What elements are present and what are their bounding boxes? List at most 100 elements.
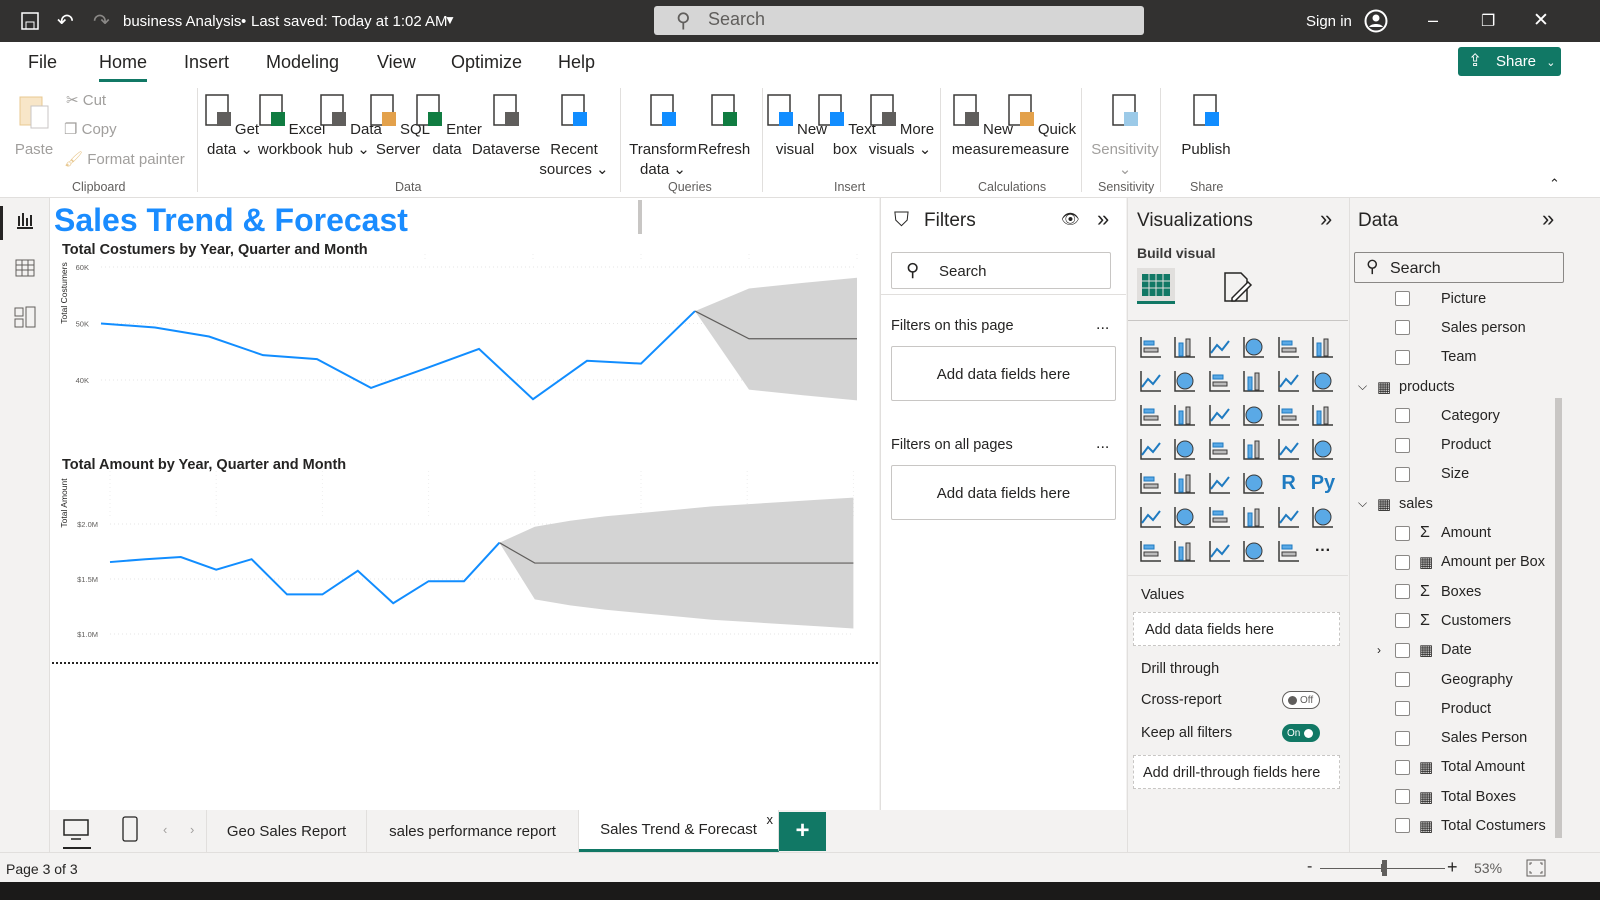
tab-view[interactable]: View bbox=[377, 52, 416, 73]
search-input[interactable]: ⚲ Search bbox=[654, 6, 1144, 35]
stacked-area-chart-icon[interactable] bbox=[1203, 364, 1237, 398]
decomposition-tree-icon[interactable] bbox=[1168, 500, 1202, 534]
more-visuals-button[interactable]: More visuals ⌄ bbox=[860, 92, 940, 160]
drill-through-drop-zone[interactable]: Add drill-through fields here bbox=[1133, 755, 1340, 789]
data-point[interactable] bbox=[320, 592, 324, 596]
line-clustered-column-chart-icon[interactable] bbox=[1237, 364, 1271, 398]
field-item[interactable]: ▦ Amount per Box bbox=[1350, 548, 1555, 577]
filters-search-input[interactable]: ⚲ Search bbox=[891, 252, 1111, 289]
model-view-icon[interactable] bbox=[14, 306, 36, 328]
refresh-button[interactable]: Refresh bbox=[684, 92, 764, 160]
field-item[interactable]: Picture bbox=[1350, 284, 1555, 313]
page-tab-sales-performance-report[interactable]: sales performance report bbox=[367, 810, 579, 852]
data-point[interactable] bbox=[285, 592, 289, 596]
account-icon[interactable] bbox=[1364, 9, 1388, 33]
area-chart-icon[interactable] bbox=[1168, 364, 1202, 398]
field-checkbox[interactable] bbox=[1395, 554, 1410, 570]
zoom-in-button[interactable]: + bbox=[1447, 857, 1458, 878]
all-pages-filters-drop-zone[interactable]: Add data fields here bbox=[891, 465, 1116, 520]
waterfall-chart-icon[interactable] bbox=[1134, 398, 1168, 432]
data-point[interactable] bbox=[462, 579, 466, 583]
data-point[interactable] bbox=[214, 568, 218, 572]
field-item[interactable]: Σ Boxes bbox=[1350, 577, 1555, 606]
scatter-chart-icon[interactable] bbox=[1203, 398, 1237, 432]
mobile-layout-icon[interactable] bbox=[122, 816, 138, 842]
python-visual-icon[interactable]: Py bbox=[1306, 466, 1340, 500]
quick-measure-button[interactable]: Quick measure bbox=[1000, 92, 1080, 160]
tab-help[interactable]: Help bbox=[558, 52, 595, 73]
more-options-icon[interactable]: ... bbox=[1096, 316, 1109, 334]
paste-button[interactable]: Paste bbox=[14, 92, 54, 160]
cut-button[interactable]: ✂ Cut bbox=[66, 91, 106, 111]
format-visual-icon[interactable] bbox=[1220, 270, 1254, 304]
collapse-filters-icon[interactable]: » bbox=[1097, 206, 1109, 232]
zoom-out-button[interactable]: - bbox=[1307, 858, 1312, 876]
arcgis-map-icon[interactable] bbox=[1203, 534, 1237, 568]
customers-forecast-chart[interactable]: 40K50K60KJan 2021Mar 2021May 2021Jul 202… bbox=[50, 253, 879, 443]
power-automate-icon[interactable] bbox=[1168, 534, 1202, 568]
collapse-visualizations-icon[interactable]: » bbox=[1320, 206, 1332, 232]
data-point[interactable] bbox=[99, 322, 103, 326]
power-apps-diamond-icon[interactable] bbox=[1237, 534, 1271, 568]
data-point[interactable] bbox=[356, 569, 360, 573]
stacked-column-chart-icon[interactable] bbox=[1168, 330, 1202, 364]
power-apps-icon[interactable] bbox=[1134, 534, 1168, 568]
line-stacked-column-chart-icon[interactable] bbox=[1272, 364, 1306, 398]
data-point[interactable] bbox=[639, 362, 643, 366]
field-checkbox[interactable] bbox=[1395, 818, 1410, 834]
values-drop-zone[interactable]: Add data fields here bbox=[1133, 612, 1340, 646]
table-icon[interactable] bbox=[1203, 466, 1237, 500]
card-icon[interactable] bbox=[1272, 432, 1306, 466]
field-item[interactable]: Geography bbox=[1350, 665, 1555, 694]
publish-button[interactable]: Publish bbox=[1166, 92, 1246, 160]
share-button[interactable]: ⇪ Share ⌄ bbox=[1458, 47, 1561, 76]
funnel-chart-icon[interactable] bbox=[1168, 398, 1202, 432]
data-point[interactable] bbox=[143, 557, 147, 561]
page-tab-sales-trend-forecast[interactable]: Sales Trend & Forecast x bbox=[579, 810, 779, 852]
field-item[interactable]: Σ Customers bbox=[1350, 606, 1555, 635]
stacked-bar-chart-icon[interactable] bbox=[1134, 330, 1168, 364]
keep-all-filters-toggle[interactable]: On bbox=[1282, 724, 1320, 742]
recent-sources-button[interactable]: Recent sources ⌄ bbox=[534, 92, 614, 180]
field-item[interactable]: Category bbox=[1350, 401, 1555, 430]
format-painter-button[interactable]: 🖌 Format painter bbox=[64, 150, 185, 170]
field-item[interactable]: Product bbox=[1350, 694, 1555, 723]
chevron-down-icon[interactable]: ⌵ bbox=[1358, 496, 1367, 511]
collapse-ribbon-icon[interactable]: ⌃ bbox=[1549, 176, 1560, 192]
field-item[interactable]: Sales person bbox=[1350, 313, 1555, 342]
field-item[interactable]: Size bbox=[1350, 460, 1555, 489]
field-checkbox[interactable] bbox=[1395, 437, 1410, 453]
data-point[interactable] bbox=[693, 309, 697, 313]
field-item[interactable]: Σ Amount bbox=[1350, 518, 1555, 547]
field-item[interactable]: Product bbox=[1350, 430, 1555, 459]
key-influencers-icon[interactable] bbox=[1134, 500, 1168, 534]
tab-file[interactable]: File bbox=[28, 52, 57, 73]
field-checkbox[interactable] bbox=[1395, 466, 1410, 482]
sign-in-link[interactable]: Sign in bbox=[1306, 13, 1352, 30]
restore-icon[interactable]: ❐ bbox=[1481, 11, 1495, 31]
undo-icon[interactable]: ↶ bbox=[57, 9, 74, 34]
slicer-icon[interactable] bbox=[1168, 466, 1202, 500]
report-view-icon[interactable] bbox=[15, 210, 35, 230]
chevron-down-icon[interactable]: ▼ bbox=[444, 13, 456, 27]
copy-button[interactable]: ❐ Copy bbox=[64, 120, 117, 140]
smart-narrative-icon[interactable] bbox=[1237, 500, 1271, 534]
close-page-icon[interactable]: x bbox=[767, 812, 774, 827]
100-stacked-column-chart-icon[interactable] bbox=[1306, 330, 1340, 364]
field-item[interactable]: › ▦ Date bbox=[1350, 636, 1555, 665]
next-page-icon[interactable]: › bbox=[190, 822, 194, 837]
field-item[interactable]: Sales Person bbox=[1350, 723, 1555, 752]
desktop-layout-icon[interactable] bbox=[63, 819, 89, 841]
chevron-right-icon[interactable]: › bbox=[1377, 643, 1381, 657]
data-point[interactable] bbox=[423, 367, 427, 371]
field-checkbox[interactable] bbox=[1395, 672, 1410, 687]
fit-to-page-icon[interactable] bbox=[1526, 859, 1546, 877]
cross-report-toggle[interactable]: Off bbox=[1282, 691, 1320, 709]
field-checkbox[interactable] bbox=[1395, 701, 1410, 717]
field-checkbox[interactable] bbox=[1395, 525, 1410, 541]
data-point[interactable] bbox=[108, 560, 112, 564]
field-item[interactable]: ▦ Total Amount bbox=[1350, 753, 1555, 782]
line-chart-icon[interactable] bbox=[1134, 364, 1168, 398]
add-page-button[interactable]: + bbox=[779, 812, 826, 851]
canvas-scroll-handle[interactable] bbox=[638, 200, 642, 234]
